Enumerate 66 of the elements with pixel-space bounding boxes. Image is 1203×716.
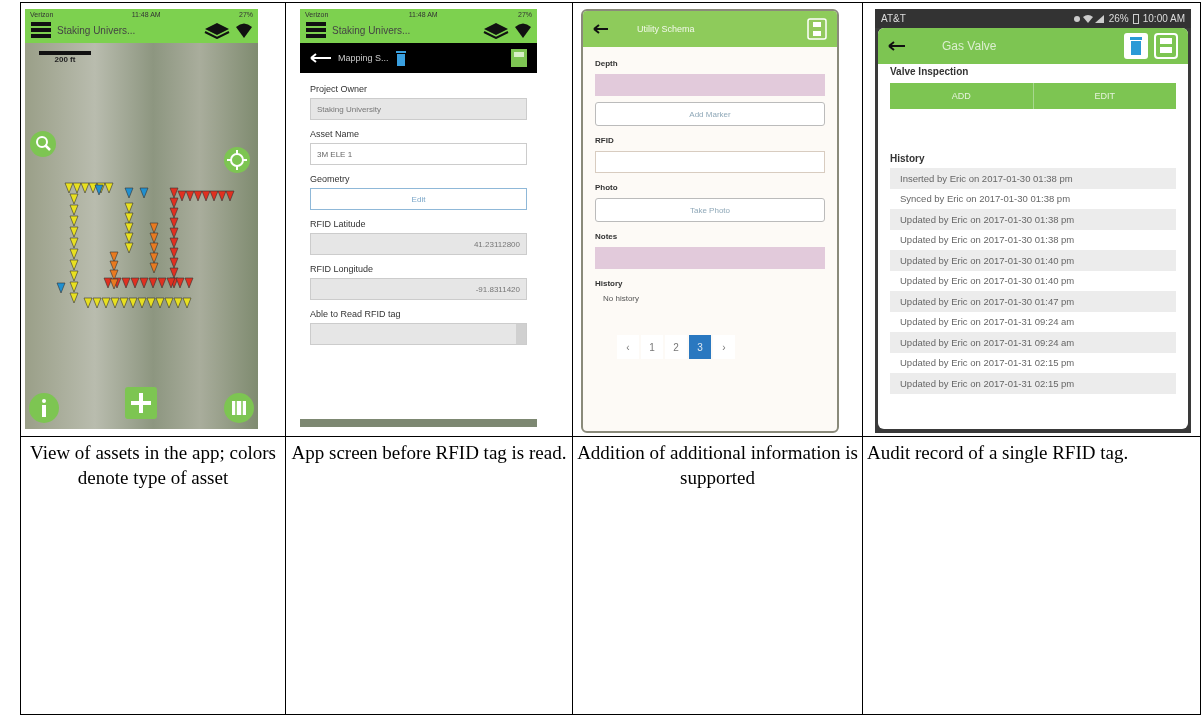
input-field[interactable] <box>595 151 825 173</box>
history-entry: Updated by Eric on 2017-01-30 01:38 pm <box>890 209 1176 230</box>
search-icon[interactable] <box>30 131 56 157</box>
trash-icon[interactable] <box>394 50 407 66</box>
input-field[interactable]: 3M ELE 1 <box>310 143 527 165</box>
trash-icon[interactable] <box>1124 33 1148 59</box>
field-label: Photo <box>595 183 619 192</box>
battery-label: 26% <box>1108 13 1129 24</box>
field-label: Project Owner <box>310 84 369 94</box>
history-entry: Updated by Eric on 2017-01-30 01:47 pm <box>890 291 1176 312</box>
input-field[interactable] <box>595 74 825 96</box>
history-text: No history <box>602 294 640 303</box>
field-label: RFID Latitude <box>310 219 367 229</box>
figure-caption: Addition of additional information is supported <box>577 441 858 490</box>
section-title: History <box>890 153 926 164</box>
field-label: Depth <box>595 59 619 68</box>
history-entry: Updated by Eric on 2017-01-31 09:24 am <box>890 332 1176 353</box>
screen-title: Gas Valve <box>941 39 998 53</box>
wifi-icon[interactable] <box>235 21 253 39</box>
history-entry: Updated by Eric on 2017-01-31 02:15 pm <box>890 373 1176 394</box>
carrier-label: AT&T <box>881 13 906 24</box>
back-arrow-icon[interactable] <box>888 41 906 51</box>
menu-icon[interactable] <box>305 20 327 40</box>
locate-icon[interactable] <box>224 147 250 173</box>
form-button[interactable]: Take Photo <box>595 198 825 222</box>
signal-icon <box>1072 13 1105 24</box>
save-icon[interactable] <box>511 49 527 67</box>
add-icon[interactable] <box>125 387 157 419</box>
next-page-button[interactable]: › <box>713 335 735 359</box>
screen-title: Mapping S... <box>338 53 389 63</box>
figure-caption: Audit record of a single RFID tag. <box>867 441 1130 465</box>
project-title: Staking Univers... <box>57 24 137 36</box>
field-label: Able to Read RFID tag <box>310 309 402 319</box>
back-arrow-icon[interactable] <box>593 24 609 34</box>
page-button[interactable]: 2 <box>665 335 687 359</box>
wifi-icon[interactable] <box>514 21 532 39</box>
book-icon[interactable] <box>224 393 254 423</box>
field-label: Notes <box>595 232 619 241</box>
battery-icon <box>1132 13 1139 24</box>
section-title: Valve Inspection <box>890 66 970 77</box>
save-icon[interactable] <box>1154 33 1178 59</box>
previous-page-button[interactable]: ‹ <box>617 335 639 359</box>
screen-title: Utility Schema <box>636 24 696 34</box>
dropdown-field[interactable] <box>310 323 527 345</box>
edit-button[interactable]: Edit <box>310 188 527 210</box>
page-button[interactable]: 3 <box>689 335 711 359</box>
layers-icon[interactable] <box>204 21 230 39</box>
layers-icon[interactable] <box>483 21 509 39</box>
scale-bar: 200 ft <box>39 51 91 64</box>
field-label: Geometry <box>310 174 351 184</box>
field-label: RFID <box>595 136 615 145</box>
input-field[interactable] <box>595 247 825 269</box>
clock-label: 10:00 AM <box>1142 13 1185 24</box>
field-label: RFID Longitude <box>310 264 375 274</box>
save-icon[interactable] <box>807 18 827 40</box>
menu-icon[interactable] <box>30 20 52 40</box>
field-label: History <box>595 279 624 288</box>
page-button[interactable]: 1 <box>641 335 663 359</box>
history-entry: Inserted by Eric on 2017-01-30 01:38 pm <box>890 168 1176 189</box>
history-entry: Updated by Eric on 2017-01-30 01:40 pm <box>890 250 1176 271</box>
form-button[interactable]: Add Marker <box>595 102 825 126</box>
info-icon[interactable] <box>29 393 59 423</box>
figure-caption: App screen before RFID tag is read. <box>290 441 568 465</box>
project-title: Staking Univers... <box>332 24 412 36</box>
field-label: Asset Name <box>310 129 361 139</box>
figure-caption: View of assets in the app; colors denote type of asset <box>29 441 277 490</box>
